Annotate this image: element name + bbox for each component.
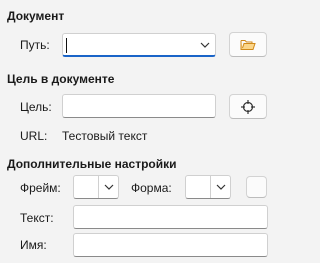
frame-dropdown-button[interactable] bbox=[98, 176, 118, 198]
open-file-button[interactable] bbox=[229, 32, 267, 57]
chevron-down-icon bbox=[104, 184, 113, 190]
text-caret bbox=[66, 38, 67, 53]
target-in-document-button[interactable] bbox=[229, 94, 267, 119]
chevron-down-icon bbox=[200, 42, 210, 48]
path-combobox[interactable] bbox=[62, 33, 216, 57]
form-combobox[interactable] bbox=[185, 175, 231, 199]
target-label: Цель: bbox=[20, 100, 52, 114]
section-document-title: Документ bbox=[7, 9, 65, 23]
target-input[interactable] bbox=[62, 94, 216, 118]
crosshair-icon bbox=[241, 99, 255, 114]
path-dropdown-button[interactable] bbox=[195, 34, 215, 55]
folder-open-icon bbox=[240, 40, 256, 50]
path-label: Путь: bbox=[20, 38, 50, 52]
url-label: URL: bbox=[20, 129, 48, 143]
section-target-title: Цель в документе bbox=[7, 72, 115, 86]
url-value: Тестовый текст bbox=[62, 129, 148, 143]
frame-label: Фрейм: bbox=[20, 181, 61, 195]
form-dropdown-button[interactable] bbox=[210, 176, 230, 198]
name-input[interactable] bbox=[73, 233, 268, 257]
text-label: Текст: bbox=[20, 211, 54, 225]
section-extra-title: Дополнительные настройки bbox=[7, 157, 177, 171]
form-label: Форма: bbox=[131, 181, 172, 195]
chevron-down-icon bbox=[216, 184, 225, 190]
frame-combobox[interactable] bbox=[73, 175, 119, 199]
name-label: Имя: bbox=[20, 238, 47, 252]
events-button[interactable] bbox=[246, 176, 267, 198]
text-input[interactable] bbox=[73, 205, 268, 229]
